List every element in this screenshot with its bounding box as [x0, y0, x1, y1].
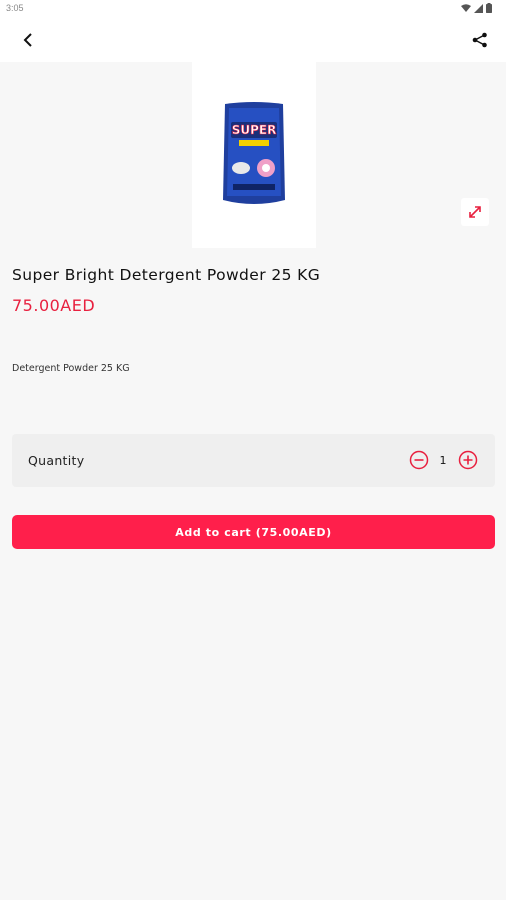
status-bar: 3:05	[0, 0, 506, 18]
status-icons	[461, 3, 492, 13]
back-button[interactable]	[16, 28, 40, 52]
wifi-icon	[461, 3, 471, 12]
decrease-quantity-button[interactable]	[409, 450, 429, 470]
increase-quantity-button[interactable]	[458, 450, 478, 470]
share-icon	[472, 32, 487, 48]
product-description: Detergent Powder 25 KG	[12, 363, 130, 374]
expand-image-button[interactable]	[461, 198, 489, 226]
product-image[interactable]: SUPER	[192, 62, 316, 248]
detergent-bag-image: SUPER	[223, 102, 285, 204]
quantity-selector: Quantity 1	[12, 434, 495, 487]
expand-icon	[469, 206, 481, 218]
quantity-label: Quantity	[28, 453, 85, 468]
signal-icon	[474, 3, 483, 13]
product-title: Super Bright Detergent Powder 25 KG	[12, 266, 321, 284]
product-price: 75.00AED	[12, 296, 96, 315]
add-to-cart-button[interactable]: Add to cart (75.00AED)	[12, 515, 495, 549]
plus-circle-icon	[458, 450, 478, 470]
quantity-value: 1	[439, 454, 447, 467]
app-bar	[0, 18, 506, 62]
minus-circle-icon	[409, 450, 429, 470]
share-button[interactable]	[468, 28, 492, 52]
back-arrow-icon	[23, 33, 32, 47]
svg-text:SUPER: SUPER	[232, 123, 277, 137]
status-time: 3:05	[6, 3, 24, 13]
battery-icon	[486, 3, 492, 13]
